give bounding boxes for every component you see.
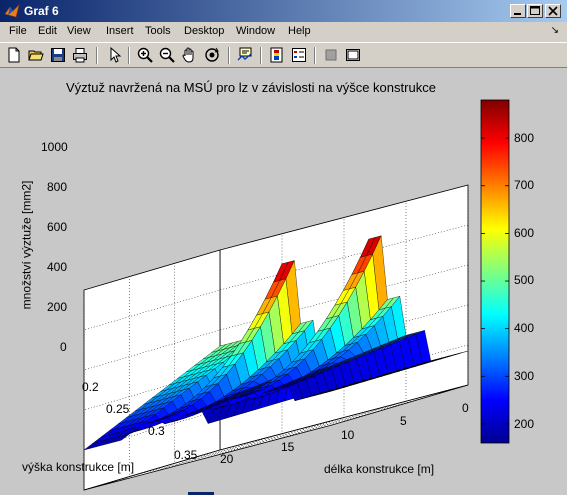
x-tick-label: 20 — [220, 452, 234, 466]
colorbar-tick-label: 300 — [514, 369, 535, 383]
x-tick-label: 15 — [281, 440, 295, 454]
colorbar-tick-label: 700 — [514, 178, 535, 192]
z-tick-label: 0 — [60, 340, 67, 354]
dock-arrow-icon[interactable]: ↘ — [551, 25, 559, 36]
pointer-icon — [110, 47, 122, 63]
open-icon — [28, 50, 44, 61]
matlab-icon — [4, 4, 20, 18]
menu-file[interactable]: File — [9, 25, 27, 37]
pan-button[interactable] — [179, 46, 199, 64]
data-cursor-button[interactable] — [235, 46, 255, 64]
surface-plot — [83, 99, 510, 491]
minimize-button[interactable] — [510, 4, 526, 18]
hide-plot-tools-icon — [325, 49, 337, 61]
z-tick-label: 1000 — [41, 140, 68, 154]
legend-icon — [292, 48, 306, 62]
x-axis-label: délka konstrukce [m] — [324, 462, 435, 476]
chart-title: Výztuž navržená na MSÚ pro lz v závislos… — [66, 80, 436, 95]
save-icon — [51, 48, 65, 62]
zoom-in-button[interactable] — [135, 46, 155, 64]
colorbar-button[interactable] — [267, 46, 287, 64]
figure-toolbar — [0, 42, 567, 68]
menu-help[interactable]: Help — [288, 25, 311, 37]
z-tick-label: 400 — [47, 260, 68, 274]
x-tick-label: 10 — [341, 428, 355, 442]
colorbar-tick-label: 400 — [514, 321, 535, 335]
minimize-icon — [514, 13, 521, 15]
colorbar-tick-label: 600 — [514, 226, 535, 240]
open-button[interactable] — [26, 46, 46, 64]
toolbar-separator — [314, 47, 316, 64]
menu-window[interactable]: Window — [236, 25, 275, 37]
rotate3d-button[interactable] — [202, 46, 222, 64]
figure-canvas: Výztuž navržená na MSÚ pro lz v závislos… — [0, 68, 567, 495]
zoom-out-icon — [159, 47, 175, 63]
print-button[interactable] — [70, 46, 90, 64]
legend-button[interactable] — [289, 46, 309, 64]
z-tick-label: 800 — [47, 180, 68, 194]
rotate3d-icon — [205, 47, 219, 62]
show-plot-tools-button[interactable] — [343, 46, 363, 64]
colorbar — [480, 99, 510, 444]
zoom-in-icon — [137, 47, 153, 63]
z-tick-label: 200 — [47, 300, 68, 314]
y-tick-label: 0.25 — [106, 402, 130, 416]
colorbar-tick-label: 800 — [514, 131, 535, 145]
menu-bar: File Edit View Insert Tools Desktop Wind… — [0, 22, 567, 42]
toolbar-separator — [96, 47, 98, 64]
colorbar-tick-label: 200 — [514, 417, 535, 431]
y-tick-label: 0.3 — [148, 424, 165, 438]
maximize-button[interactable] — [527, 4, 543, 18]
menu-desktop[interactable]: Desktop — [184, 25, 224, 37]
close-button[interactable] — [545, 4, 561, 18]
toolbar-separator — [128, 47, 130, 64]
x-tick-label: 5 — [400, 414, 407, 428]
data-cursor-icon — [237, 47, 252, 61]
new-figure-button[interactable] — [4, 46, 24, 64]
y-tick-label: 0.2 — [82, 380, 99, 394]
pointer-button[interactable] — [104, 46, 124, 64]
z-axis-label: množství výztuže [mm2] — [19, 180, 34, 310]
title-bar: Graf 6 — [0, 0, 567, 22]
colorbar-tick-label: 500 — [514, 273, 535, 287]
show-plot-tools-icon — [346, 49, 360, 61]
y-axis-label: výška konstrukce [m] — [22, 460, 135, 474]
pan-icon — [182, 47, 194, 63]
y-tick-label: 0.35 — [174, 448, 198, 462]
new-figure-icon — [8, 47, 20, 63]
print-icon — [73, 48, 87, 63]
menu-view[interactable]: View — [67, 25, 91, 37]
menu-insert[interactable]: Insert — [106, 25, 134, 37]
toolbar-separator — [228, 47, 230, 64]
x-tick-label: 0 — [462, 401, 469, 415]
close-icon — [548, 6, 558, 16]
window-title: Graf 6 — [24, 4, 59, 18]
menu-tools[interactable]: Tools — [145, 25, 171, 37]
maximize-icon — [530, 6, 540, 15]
menu-edit[interactable]: Edit — [38, 25, 57, 37]
toolbar-separator — [260, 47, 262, 64]
hide-plot-tools-button[interactable] — [321, 46, 341, 64]
z-tick-label: 600 — [47, 220, 68, 234]
zoom-out-button[interactable] — [157, 46, 177, 64]
save-button[interactable] — [48, 46, 68, 64]
colorbar-icon — [270, 47, 283, 63]
